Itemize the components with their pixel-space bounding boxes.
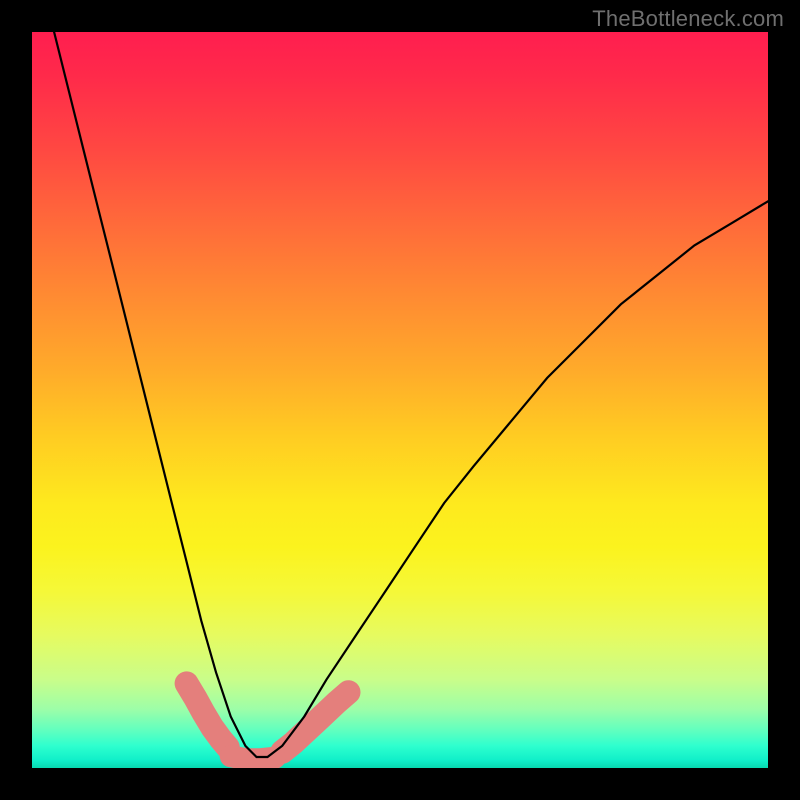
chart-frame: TheBottleneck.com	[0, 0, 800, 800]
salmon-band	[187, 683, 349, 759]
chart-svg	[32, 32, 768, 768]
salmon-band-right	[282, 692, 348, 752]
plot-area	[32, 32, 768, 768]
bottleneck-curve	[54, 32, 768, 757]
watermark-text: TheBottleneck.com	[592, 6, 784, 32]
salmon-band-left	[187, 683, 228, 747]
